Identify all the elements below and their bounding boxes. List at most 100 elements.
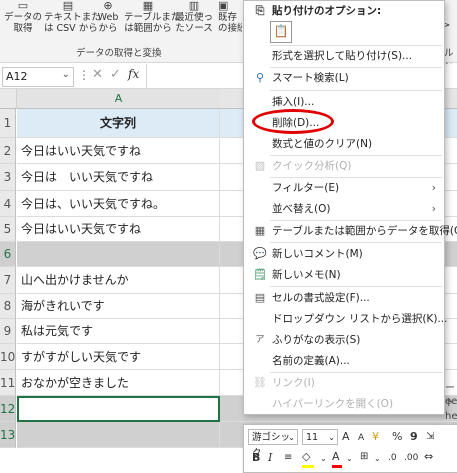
ribbon-group-label: データの取得と変換 — [76, 48, 162, 59]
text-csv-button[interactable]: ▤ テキストまた は CSV から — [44, 0, 101, 42]
fill-color-bar — [302, 465, 314, 468]
name-box[interactable]: A12 ⌄ — [2, 67, 74, 87]
row-header[interactable]: 11 — [0, 370, 16, 396]
table-cell[interactable] — [17, 242, 220, 267]
font-color-icon[interactable]: A — [332, 450, 340, 464]
name-box-value: A12 — [6, 70, 28, 83]
menu-item-format-cells[interactable]: ▤ セルの書式設定(F)... — [244, 287, 444, 309]
format-painter-icon[interactable]: ⇲ — [426, 430, 434, 444]
search-icon: ⚲ — [255, 71, 265, 84]
table-cell[interactable] — [17, 422, 220, 448]
chevron-down-icon[interactable]: ⌄ — [320, 452, 327, 466]
percent-style-icon[interactable]: % — [392, 430, 402, 444]
chevron-down-icon[interactable]: ⌄ — [346, 452, 353, 466]
menu-item-paste-special[interactable]: 形式を選択して貼り付け(S)... — [244, 45, 444, 67]
row-header[interactable]: 3 — [0, 164, 16, 191]
right-fragment-2: eet1 — [445, 396, 457, 407]
decrease-decimal-icon[interactable]: .00 — [404, 451, 418, 465]
insert-function-icon[interactable]: fx — [128, 67, 139, 81]
get-data-button[interactable]: ▭ データの 取得 — [2, 0, 44, 42]
mini-toolbar: 游ゴシック ⌄ 11 ⌄ A A ¥ % 9 ⇲ B I ≡ ◇ ⌄ A ⌄ ⊞… — [243, 424, 457, 473]
table-cell[interactable]: 山へ出かけませんか — [17, 267, 220, 294]
text-csv-icon: ▤ — [62, 0, 74, 12]
menu-item-smart-lookup[interactable]: ⚲ スマート検索(L) — [244, 67, 444, 89]
existing-connections-button[interactable]: ▣ 既存 の接続 — [218, 0, 242, 42]
menu-item-new-comment[interactable]: 💬 新しいコメント(M) — [244, 243, 444, 265]
existing-connections-icon: ▣ — [218, 0, 229, 12]
row-header[interactable]: 2 — [0, 138, 16, 164]
bold-button[interactable]: B — [252, 451, 260, 465]
menu-item-quick-analysis: ▧ クイック分析(Q) — [244, 155, 444, 177]
web-icon: ⊕ — [103, 0, 113, 12]
row-header[interactable]: 6 — [0, 242, 16, 267]
table-cell[interactable]: 今日は、いい天気ですね。 — [17, 191, 220, 217]
table-cell[interactable]: おなかが空きました — [17, 370, 220, 396]
borders-icon[interactable]: ⊞ — [360, 450, 368, 464]
new-note-icon: 🗒 — [253, 268, 267, 281]
align-center-icon[interactable]: ≡ — [284, 451, 292, 465]
paste-clipboard-icon[interactable]: 📋 — [270, 21, 292, 43]
table-range-icon: ▦ — [142, 0, 154, 12]
table-cell[interactable]: 今日はいい天気ですね — [17, 138, 220, 164]
menu-item-show-phonetic[interactable]: ア ふりがなの表示(S) — [244, 329, 444, 351]
row-header[interactable]: 12 — [0, 396, 16, 422]
highlight-circle — [252, 109, 334, 134]
enter-check-icon[interactable]: ✓ — [110, 67, 121, 82]
menu-item-clear-contents[interactable]: 数式と値のクリア(N) — [244, 133, 444, 155]
menu-item-get-data-from-table[interactable]: ▦ テーブルまたは範囲からデータを取得(G)... — [244, 220, 457, 242]
row-header[interactable]: 4 — [0, 191, 16, 217]
table-cell[interactable]: 今日は いい天気ですね — [17, 164, 220, 191]
comma-style-icon[interactable]: 9 — [410, 430, 418, 444]
header-cell[interactable]: 文字列 — [17, 109, 220, 138]
right-fragment-3: heet1 — [445, 411, 457, 422]
select-all-corner[interactable] — [0, 89, 17, 109]
link-icon: ⛓ — [253, 376, 267, 389]
menu-item-pick-from-list[interactable]: ドロップダウン リストから選択(K)... — [244, 308, 447, 330]
grow-font-icon[interactable]: A — [342, 430, 350, 444]
chevron-down-icon[interactable]: ⌄ — [62, 69, 70, 80]
table-cell[interactable] — [17, 396, 220, 422]
currency-format-icon[interactable]: ¥ — [372, 430, 379, 444]
table-cell[interactable]: 今日はいい天気ですね — [17, 217, 220, 242]
web-button[interactable]: ⊕ Web から — [94, 0, 122, 42]
paste-icon: ⎘ — [255, 4, 265, 17]
row-header[interactable]: 8 — [0, 294, 16, 319]
row-header[interactable]: 10 — [0, 344, 16, 370]
chevron-right-icon: › — [431, 181, 436, 194]
table-cell[interactable]: すがすがしい天気です — [17, 344, 220, 370]
menu-item-sort[interactable]: 並べ替え(O) › — [244, 198, 444, 220]
italic-button[interactable]: I — [268, 451, 272, 465]
font-name-box[interactable]: 游ゴシック ⌄ — [248, 429, 298, 459]
chevron-down-icon[interactable]: ⌄ — [374, 452, 381, 466]
row-header[interactable]: 7 — [0, 267, 16, 294]
row-header[interactable]: 1 — [0, 109, 16, 138]
merge-center-icon[interactable]: ⇔ — [424, 450, 433, 464]
table-cell[interactable]: 海がきれいです — [17, 294, 220, 319]
more-options-icon[interactable]: ⋮ — [78, 68, 90, 82]
table-cell[interactable]: 私は元気です — [17, 319, 220, 344]
format-cells-icon: ▤ — [254, 291, 266, 304]
table-icon: ▦ — [254, 224, 266, 237]
cancel-icon[interactable]: ✕ — [92, 67, 103, 82]
row-header[interactable]: 13 — [0, 422, 16, 448]
fill-color-icon[interactable]: ◇ — [302, 450, 310, 464]
row-header[interactable]: 9 — [0, 319, 16, 344]
get-data-icon: ▭ — [17, 0, 29, 12]
recent-sources-icon: ▥ — [188, 0, 200, 12]
paste-options-header: ⎘ 貼り付けのオプション: — [244, 1, 444, 21]
context-menu: ⎘ 貼り付けのオプション: 📋 形式を選択して貼り付け(S)... ⚲ スマート… — [243, 0, 457, 415]
increase-decimal-icon[interactable]: .0 — [388, 451, 397, 465]
phonetic-icon: ア — [255, 335, 265, 345]
font-size-box[interactable]: 11 ⌄ — [302, 429, 338, 445]
menu-item-open-hyperlink: ハイパーリンクを開く(O) — [272, 398, 394, 410]
menu-item-link: ⛓ リンク(I) — [244, 372, 444, 394]
table-range-button[interactable]: ▦ テーブルまた は範囲から — [124, 0, 180, 42]
row-header[interactable]: 5 — [0, 217, 16, 242]
shrink-font-icon[interactable]: A — [358, 431, 364, 445]
column-header-a[interactable]: A — [17, 89, 221, 109]
menu-item-define-name[interactable]: 名前の定義(A)... — [244, 350, 444, 372]
menu-item-filter[interactable]: フィルター(E) › — [244, 177, 444, 199]
chevron-right-icon: › — [431, 202, 436, 215]
recent-sources-button[interactable]: ▥ 最近使っ たソース — [172, 0, 216, 42]
menu-item-new-note[interactable]: 🗒 新しいメモ(N) — [244, 264, 444, 286]
